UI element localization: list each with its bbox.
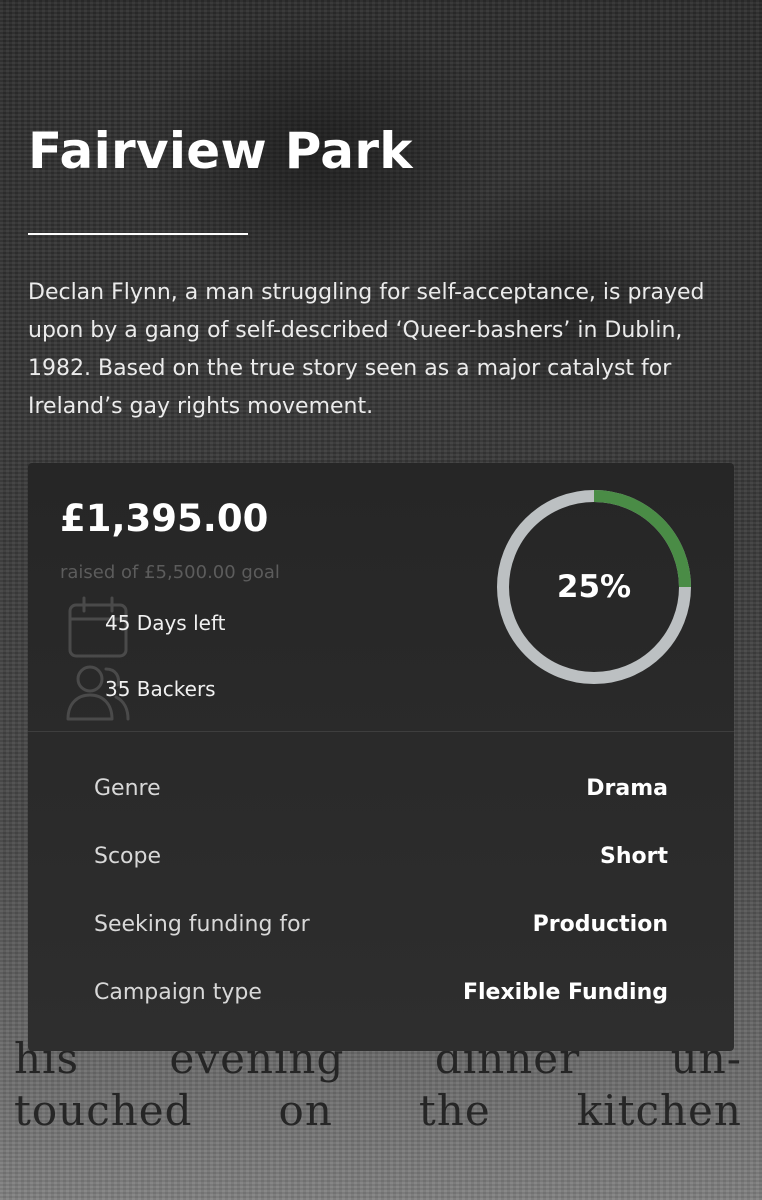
title-divider — [28, 233, 248, 235]
detail-label: Genre — [94, 775, 161, 801]
detail-row-campaign-type: Campaign type Flexible Funding — [94, 972, 668, 1012]
newspaper-word: touched — [14, 1086, 193, 1135]
detail-value: Short — [600, 843, 668, 869]
newspaper-text-line: touched on the kitchen — [14, 1086, 742, 1135]
detail-value: Production — [532, 911, 668, 937]
newspaper-word: kitchen — [576, 1086, 742, 1135]
detail-row-genre: Genre Drama — [94, 768, 668, 808]
detail-value: Drama — [586, 775, 668, 801]
project-title: Fairview Park — [28, 122, 413, 180]
detail-label: Seeking funding for — [94, 911, 310, 937]
project-description: Declan Flynn, a man struggling for self-… — [28, 280, 705, 419]
detail-label: Scope — [94, 843, 162, 869]
backers-count: 35 Backers — [105, 677, 216, 701]
newspaper-word: on — [278, 1086, 333, 1135]
detail-row-scope: Scope Short — [94, 836, 668, 876]
newspaper-word: the — [418, 1086, 491, 1135]
funding-card: £1,395.00 raised of £5,500.00 goal 45 Da… — [28, 463, 734, 1051]
progress-percent: 25% — [556, 569, 632, 605]
detail-value: Flexible Funding — [462, 979, 668, 1005]
days-left: 45 Days left — [105, 611, 226, 635]
amount-raised: £1,395.00 — [60, 497, 269, 540]
funding-goal: raised of £5,500.00 goal — [60, 562, 280, 583]
card-divider — [28, 731, 734, 732]
detail-label: Campaign type — [94, 979, 262, 1005]
detail-row-seeking-funding: Seeking funding for Production — [94, 904, 668, 944]
